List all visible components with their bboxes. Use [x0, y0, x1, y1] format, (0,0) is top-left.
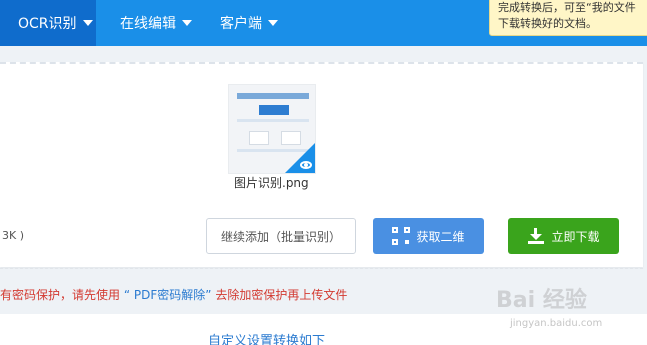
warning-text-1: 有密码保护，请先使用 — [0, 288, 121, 302]
qrcode-icon — [392, 227, 411, 245]
download-icon — [527, 227, 545, 245]
nav-online-edit[interactable]: 在线编辑 — [120, 0, 192, 46]
nav-client[interactable]: 客户端 — [220, 0, 278, 46]
continue-add-button[interactable]: 继续添加（批量识别） — [206, 218, 356, 254]
download-now-button[interactable]: 立即下载 — [508, 218, 619, 254]
nav-client-label: 客户端 — [220, 16, 262, 32]
nav-edit-label: 在线编辑 — [120, 16, 176, 32]
pdf-unlock-link[interactable]: “ PDF密码解除” — [124, 288, 212, 302]
continue-add-label: 继续添加（批量识别） — [220, 229, 341, 244]
download-hint-tooltip: 完成转换后，可至“我的文件 下载转换好的文档。 — [489, 0, 647, 36]
password-warning: 有密码保护，请先使用 “ PDF密码解除” 去除加密保护再上传文件 — [0, 286, 347, 303]
tooltip-line-1: 完成转换后，可至“我的文件 — [498, 1, 636, 14]
eye-icon[interactable] — [300, 161, 312, 169]
chevron-down-icon — [182, 20, 192, 26]
nav-ocr-recognition[interactable]: OCR识别 — [0, 0, 96, 46]
file-thumbnail[interactable] — [228, 84, 316, 174]
watermark-logo: Bai 经验 — [496, 288, 587, 313]
file-size: 3K ) — [2, 229, 24, 242]
thumbnail-block — [259, 105, 289, 115]
watermark-url: jingyan.baidu.com — [510, 318, 603, 329]
file-name: 图片识别.png — [234, 176, 309, 190]
warning-text-2: 去除加密保护再上传文件 — [215, 288, 348, 302]
custom-settings-link[interactable]: 自定义设置转换如下 — [208, 330, 325, 345]
thumbnail-card-left — [249, 131, 269, 145]
download-now-label: 立即下载 — [551, 229, 600, 244]
nav-ocr-label: OCR识别 — [18, 16, 77, 32]
get-qrcode-label: 获取二维 — [416, 229, 465, 244]
tooltip-line-2: 下载转换好的文档。 — [498, 17, 597, 30]
chevron-down-icon — [82, 20, 93, 26]
chevron-down-icon — [268, 20, 278, 26]
get-qrcode-button[interactable]: 获取二维 — [373, 218, 484, 254]
thumbnail-line — [237, 119, 309, 122]
preview-badge — [285, 143, 315, 173]
card-divider — [0, 268, 643, 269]
thumbnail-header-bar — [237, 93, 309, 99]
